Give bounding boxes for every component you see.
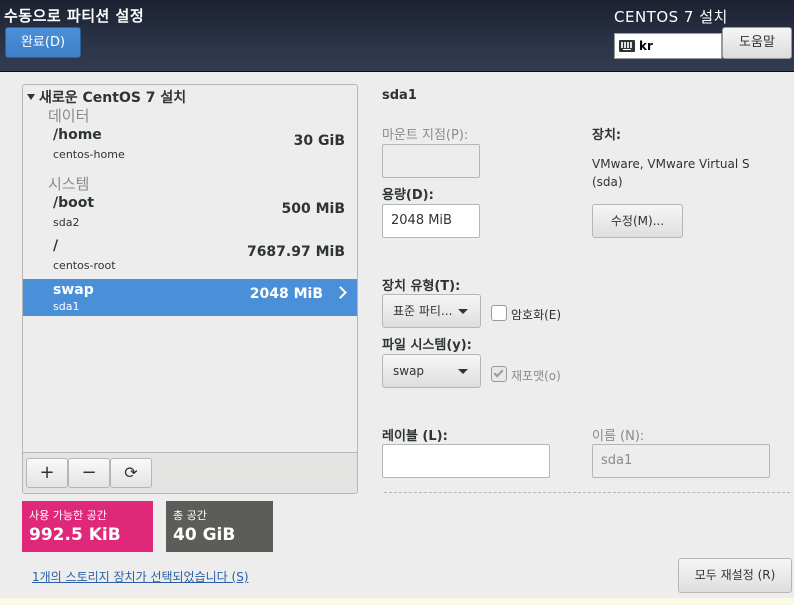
mount-row-swap[interactable]: swap sda1 2048 MiB (23, 279, 357, 316)
device-name: VMware, VMware Virtual S (592, 157, 750, 171)
check-icon (493, 367, 504, 378)
available-space-value: 992.5 KiB (29, 525, 121, 545)
mount-point-label: 마운트 지점(P): (382, 128, 469, 143)
mount-device: centos-home (53, 148, 125, 161)
name-input[interactable]: sda1 (592, 444, 770, 478)
chevron-right-icon (334, 286, 347, 299)
selected-device-title: sda1 (382, 88, 417, 103)
mount-size: 2048 MiB (249, 286, 323, 302)
total-space-value: 40 GiB (173, 525, 236, 545)
tree-title: 새로운 CentOS 7 설치 (39, 90, 187, 106)
group-label-system: 시스템 (48, 175, 90, 193)
storage-devices-link[interactable]: 1개의 스토리지 장치가 선택되었습니다 (S) (32, 568, 249, 585)
keyboard-layout-value: kr (639, 39, 653, 53)
mount-name: /boot (53, 195, 95, 211)
tree-header[interactable]: 새로운 CentOS 7 설치 (27, 87, 186, 107)
mount-row-root[interactable]: / centos-root 7687.97 MiB (23, 238, 357, 275)
modify-button[interactable]: 수정(M)... (592, 204, 683, 238)
mount-device: sda2 (53, 216, 80, 229)
available-space-box: 사용 가능한 공간 992.5 KiB (22, 501, 153, 552)
name-field-label: 이름 (N): (592, 429, 645, 444)
mount-size: 500 MiB (281, 201, 346, 217)
group-label-data: 데이터 (48, 107, 90, 125)
capacity-label: 용량(D): (382, 188, 434, 203)
chevron-down-icon (458, 369, 468, 374)
add-partition-button[interactable]: + (26, 458, 68, 488)
mount-name: /home (53, 127, 102, 143)
mount-point-input[interactable] (382, 144, 480, 178)
filesystem-select[interactable]: swap (382, 354, 481, 388)
label-field-label: 레이블 (L): (382, 429, 448, 444)
keyboard-layout-indicator[interactable]: kr (614, 33, 722, 59)
remove-partition-button[interactable]: − (68, 458, 110, 488)
keyboard-icon (619, 40, 635, 52)
mount-row-home[interactable]: /home centos-home 30 GiB (23, 127, 357, 164)
device-id: (sda) (592, 175, 623, 189)
device-label: 장치: (592, 128, 622, 143)
mount-size: 7687.97 MiB (246, 244, 345, 260)
help-button[interactable]: 도움말 (722, 27, 792, 59)
reformat-label: 재포맷(o) (511, 369, 561, 383)
device-type-select[interactable]: 표준 파티... (382, 294, 481, 328)
tree-toolbar: + − ⟳ (23, 452, 357, 493)
partition-tree: 새로운 CentOS 7 설치 데이터 /home centos-home 30… (22, 84, 358, 494)
bottom-strip (0, 598, 794, 605)
capacity-input[interactable]: 2048 MiB (382, 204, 480, 238)
chevron-down-icon (458, 309, 468, 314)
mount-device: centos-root (53, 259, 116, 272)
total-space-label: 총 공간 (173, 509, 207, 522)
expand-arrow-icon[interactable] (27, 94, 35, 100)
reset-all-button[interactable]: 모두 재설정 (R) (678, 558, 792, 593)
mount-name: swap (53, 282, 94, 298)
filesystem-label: 파일 시스템(y): (382, 338, 472, 353)
encrypt-label: 암호화(E) (511, 308, 562, 322)
separator (384, 492, 790, 493)
mount-size: 30 GiB (293, 133, 345, 149)
device-type-label: 장치 유형(T): (382, 279, 461, 294)
done-button[interactable]: 완료(D) (5, 27, 81, 58)
encrypt-checkbox[interactable] (491, 305, 507, 321)
device-type-value: 표준 파티... (393, 304, 453, 318)
label-input[interactable] (382, 444, 550, 478)
mount-name: / (53, 238, 59, 254)
mount-row-boot[interactable]: /boot sda2 500 MiB (23, 195, 357, 232)
page-title: 수동으로 파티션 설정 (4, 7, 145, 25)
total-space-box: 총 공간 40 GiB (166, 501, 273, 552)
top-bar: 수동으로 파티션 설정 완료(D) CENTOS 7 설치 kr 도움말 (0, 0, 794, 72)
filesystem-value: swap (393, 364, 425, 378)
refresh-icon[interactable]: ⟳ (110, 458, 152, 488)
available-space-label: 사용 가능한 공간 (29, 509, 107, 522)
mount-device: sda1 (53, 300, 80, 313)
product-title: CENTOS 7 설치 (614, 8, 728, 26)
reformat-checkbox[interactable] (491, 366, 507, 382)
